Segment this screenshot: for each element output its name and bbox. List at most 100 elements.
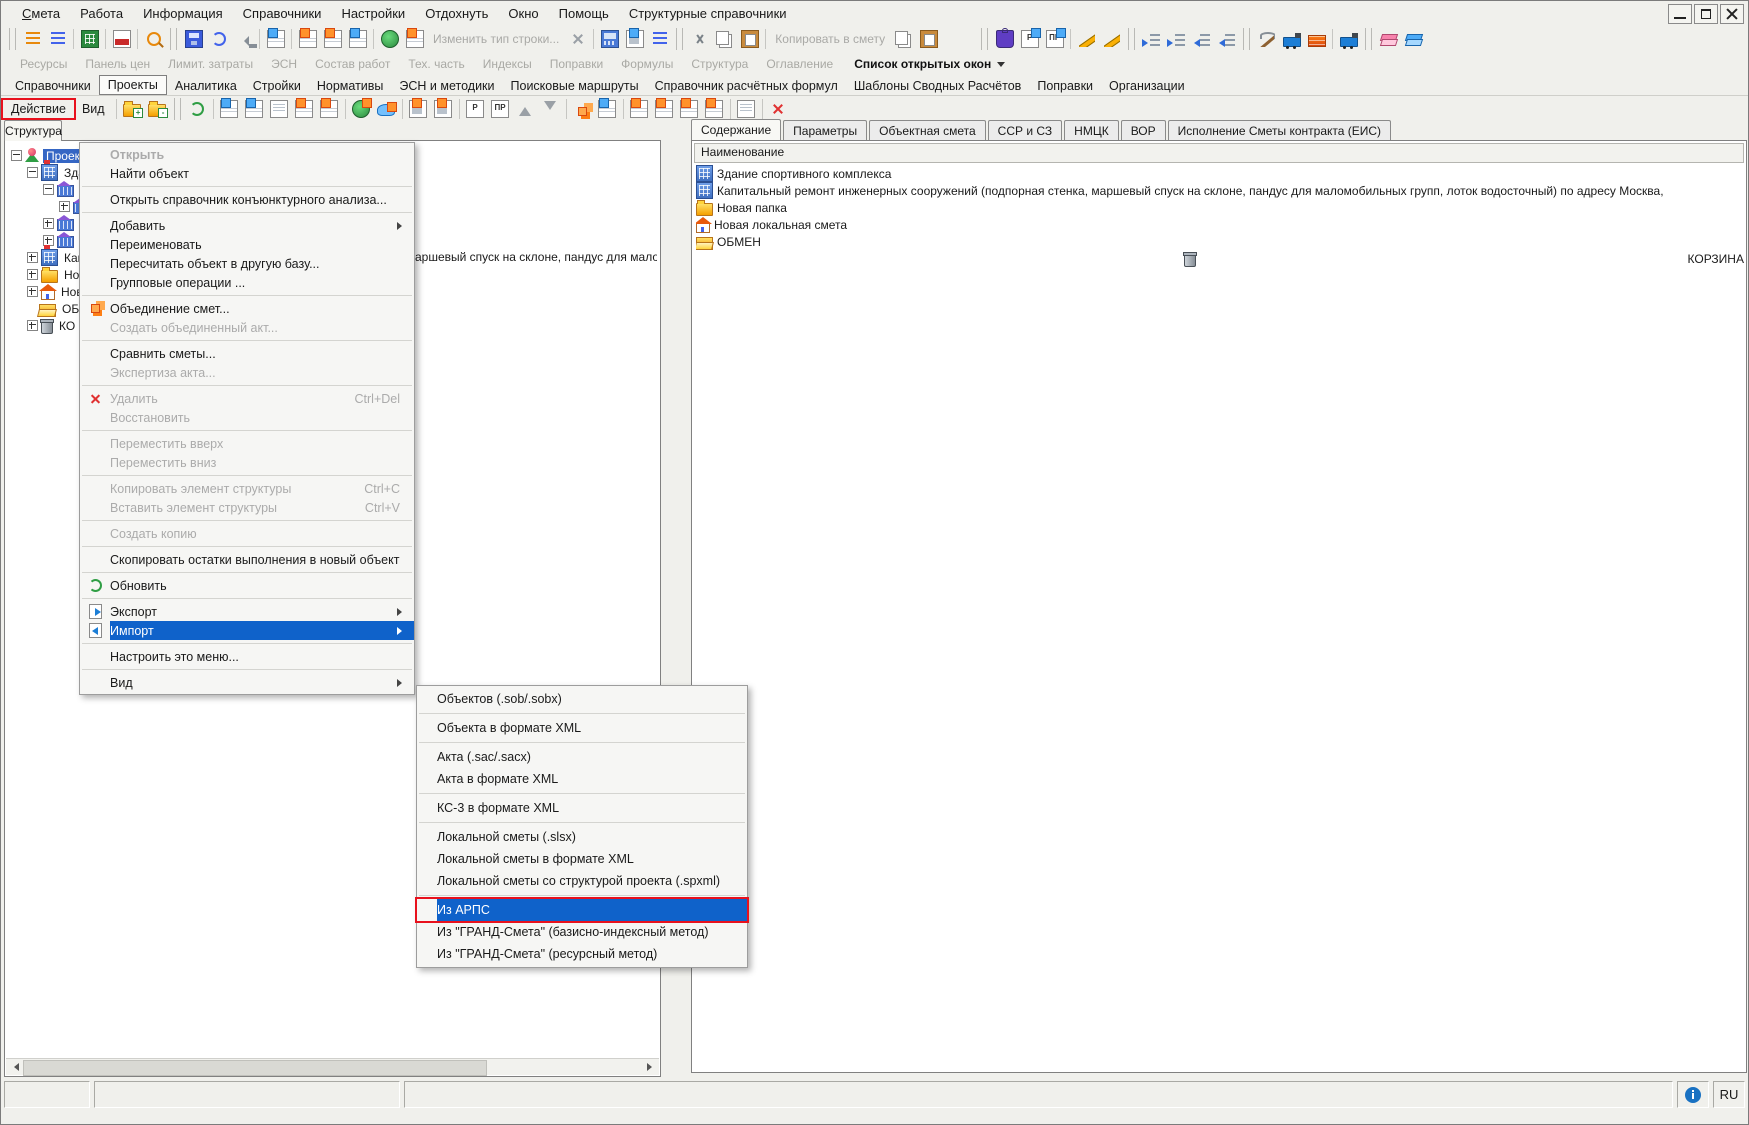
move-up-button[interactable] <box>513 97 538 120</box>
tab-proekty[interactable]: Проекты <box>99 75 167 95</box>
tab-obektnaya-smeta[interactable]: Объектная смета <box>869 120 986 141</box>
menu-item-open-conjuncture-reference[interactable]: Открыть справочник конъюнктурного анализ… <box>80 190 414 209</box>
panel-tech-part[interactable]: Тех. часть <box>399 55 473 73</box>
panel-indexes[interactable]: Индексы <box>474 55 541 73</box>
expand-icon[interactable] <box>27 286 38 297</box>
insert-item-button[interactable] <box>267 97 292 120</box>
submenu-item-act-sac[interactable]: Акта (.sac/.sacx) <box>417 746 747 768</box>
row-type-1-button[interactable] <box>295 28 320 51</box>
menu-item-copy-structure-element[interactable]: Копировать элемент структурыCtrl+C <box>80 479 414 498</box>
save-button[interactable] <box>181 28 206 51</box>
expand-icon[interactable] <box>27 320 38 331</box>
menu-pomosh[interactable]: Помощь <box>550 3 618 24</box>
insert-object-2-button[interactable] <box>242 97 267 120</box>
list-item[interactable]: Новая папка <box>696 199 1744 216</box>
menu-item-open[interactable]: Открыть <box>80 145 414 164</box>
menu-item-restore[interactable]: Восстановить <box>80 408 414 427</box>
move-down-button[interactable] <box>538 97 563 120</box>
expand-icon[interactable] <box>43 218 54 229</box>
delivery-button[interactable] <box>1336 28 1361 51</box>
refresh-tree-button[interactable] <box>185 97 210 120</box>
submenu-item-from-arps[interactable]: Из АРПС <box>417 899 747 921</box>
menu-otdohnut[interactable]: Отдохнуть <box>416 3 497 24</box>
menu-item-recalc-other-base[interactable]: Пересчитать объект в другую базу... <box>80 254 414 273</box>
panel-limit-costs[interactable]: Лимит. затраты <box>159 55 262 73</box>
price-r-button[interactable]: Р <box>1017 28 1042 51</box>
submenu-item-from-grand-basis-index[interactable]: Из "ГРАНД-Смета" (базисно-индексный мето… <box>417 921 747 943</box>
insert-object-button[interactable] <box>217 97 242 120</box>
indent-left-button[interactable] <box>1189 28 1214 51</box>
menu-item-export[interactable]: Экспорт <box>80 602 414 621</box>
price-r-tree-button[interactable]: Р <box>463 97 488 120</box>
minimize-button[interactable] <box>1668 4 1692 24</box>
menu-item-move-up[interactable]: Переместить вверх <box>80 434 414 453</box>
collapse-icon[interactable] <box>43 184 54 195</box>
recalc-cloud-button[interactable] <box>374 97 399 120</box>
machines-button[interactable] <box>1279 28 1304 51</box>
tab-spravochnik-formul[interactable]: Справочник расчётных формул <box>647 77 846 95</box>
resources-button[interactable] <box>992 28 1017 51</box>
refresh-button[interactable] <box>206 28 231 51</box>
view-menu-button[interactable]: Вид <box>74 100 113 118</box>
undo-button[interactable] <box>231 28 256 51</box>
panel-corrections[interactable]: Поправки <box>541 55 612 73</box>
panel-work-structure[interactable]: Состав работ <box>306 55 399 73</box>
menu-item-add[interactable]: Добавить <box>80 216 414 235</box>
tab-stroiki[interactable]: Стройки <box>245 77 309 95</box>
action-menu-button[interactable]: Действие <box>3 100 74 118</box>
scroll-left-button[interactable] <box>6 1059 22 1075</box>
tab-ispolnenie-smety[interactable]: Исполнение Сметы контракта (ЕИС) <box>1168 120 1391 141</box>
indent-left-all-button[interactable] <box>1214 28 1239 51</box>
panel-toc[interactable]: Оглавление <box>757 55 842 73</box>
tab-ssr-sz[interactable]: ССР и СЗ <box>988 120 1063 141</box>
tree-row-object[interactable] <box>43 215 74 232</box>
indent-right-all-button[interactable] <box>1164 28 1189 51</box>
menu-informacia[interactable]: Информация <box>134 3 232 24</box>
list-item[interactable]: Капитальный ремонт инженерных сооружений… <box>696 182 1744 199</box>
submenu-item-local-estimate-xml[interactable]: Локальной сметы в формате XML <box>417 848 747 870</box>
scroll-right-button[interactable] <box>643 1059 659 1075</box>
list-item[interactable]: ОБМЕН <box>696 233 1744 250</box>
menu-item-rename[interactable]: Переименовать <box>80 235 414 254</box>
expand-icon[interactable] <box>59 201 70 212</box>
menu-item-customize-menu[interactable]: Настроить это меню... <box>80 647 414 666</box>
horizontal-scrollbar[interactable] <box>6 1058 659 1075</box>
menu-strukturnye-spravochniki[interactable]: Структурные справочники <box>620 3 796 24</box>
bricks-button[interactable] <box>1304 28 1329 51</box>
structure-view-button[interactable] <box>20 28 45 51</box>
close-panel-button[interactable] <box>766 97 791 120</box>
restore-button[interactable] <box>1694 4 1718 24</box>
copy-button[interactable] <box>712 28 737 51</box>
tree-row-new-estimate[interactable]: Нов <box>27 283 86 300</box>
price-pr-tree-button[interactable]: ПР <box>488 97 513 120</box>
cost-fz-button[interactable] <box>702 97 727 120</box>
list-item[interactable]: Новая локальная смета <box>696 216 1744 233</box>
row-type-3-button[interactable] <box>345 28 370 51</box>
tab-organizacii[interactable]: Организации <box>1101 77 1193 95</box>
paste-button[interactable] <box>737 28 762 51</box>
normbase-pink-button[interactable] <box>1376 28 1401 51</box>
tree-row-object[interactable] <box>43 181 74 198</box>
menu-item-paste-structure-element[interactable]: Вставить элемент структурыCtrl+V <box>80 498 414 517</box>
tab-vor[interactable]: ВОР <box>1121 120 1166 141</box>
copy-to-estimate-button[interactable]: Копировать в смету <box>769 28 891 51</box>
menu-item-find-object[interactable]: Найти объект <box>80 164 414 183</box>
tab-structure[interactable]: Структура <box>4 120 62 141</box>
list-item[interactable]: КОРЗИНА <box>696 250 1744 267</box>
folder-remove-button[interactable]: - <box>145 97 170 120</box>
menu-okno[interactable]: Окно <box>499 3 547 24</box>
cost-oz-button[interactable] <box>627 97 652 120</box>
tab-spravochniki[interactable]: Справочники <box>7 77 99 95</box>
insert-estimate-button[interactable] <box>292 97 317 120</box>
menu-item-create-copy[interactable]: Создать копию <box>80 524 414 543</box>
status-info-cell[interactable] <box>1677 1081 1709 1108</box>
menu-item-copy-remainders[interactable]: Скопировать остатки выполнения в новый о… <box>80 550 414 569</box>
materials-button[interactable] <box>1254 28 1279 51</box>
edit-norm-cancel-button[interactable] <box>1099 28 1124 51</box>
change-row-type-button[interactable]: Изменить тип строки... <box>427 28 565 51</box>
document-button[interactable] <box>734 97 759 120</box>
indent-right-button[interactable] <box>1139 28 1164 51</box>
search-button[interactable] <box>141 28 166 51</box>
close-button[interactable] <box>1720 4 1744 24</box>
submenu-item-ks3-xml[interactable]: КС-3 в формате XML <box>417 797 747 819</box>
